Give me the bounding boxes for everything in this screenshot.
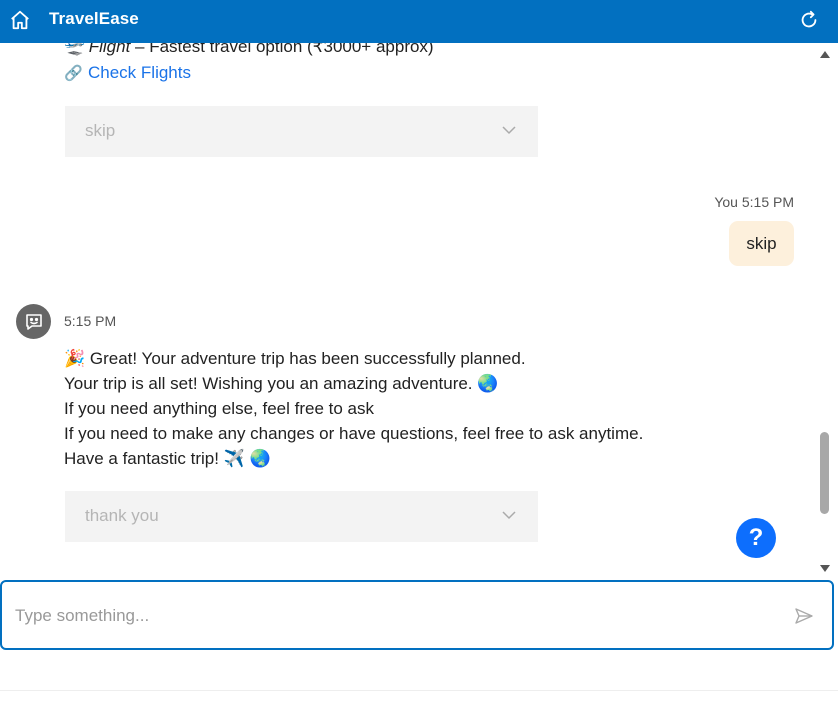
bot-message: 🎉 Great! Your adventure trip has been su… [64, 346, 643, 471]
bot-message-line: Have a fantastic trip! ✈️ 🌏 [64, 449, 271, 468]
bot-message-line: If you need anything else, feel free to … [64, 399, 374, 418]
user-message-bubble: skip [729, 221, 794, 266]
chat-scrollbar[interactable] [818, 43, 832, 577]
check-flights-link[interactable]: Check Flights [88, 63, 191, 82]
scroll-thumb[interactable] [820, 432, 829, 514]
refresh-icon[interactable] [798, 9, 820, 31]
flight-link-line: 🔗 Check Flights [64, 63, 191, 83]
bot-avatar [16, 304, 51, 339]
home-icon[interactable] [9, 9, 31, 31]
reply-select-skip[interactable]: skip [65, 106, 538, 157]
flight-description: – Fastest travel option (₹3000+ approx) [130, 43, 434, 56]
message-input[interactable] [15, 602, 755, 630]
chat-area: 🛫 Flight – Fastest travel option (₹3000+… [0, 43, 818, 577]
bot-message-line: If you need to make any changes or have … [64, 424, 644, 443]
select-value: skip [85, 121, 116, 140]
select-value: thank you [85, 506, 159, 525]
help-button[interactable]: ? [736, 518, 776, 558]
chevron-down-icon [502, 126, 516, 135]
message-composer [0, 580, 834, 650]
app-header: TravelEase [0, 0, 838, 43]
bot-message-time: 5:15 PM [64, 313, 117, 329]
bot-message-line: Your trip is all set! Wishing you an ama… [64, 374, 499, 393]
send-icon[interactable] [794, 606, 814, 626]
chatbot-icon [25, 313, 42, 330]
chevron-down-icon [502, 511, 516, 520]
airplane-departure-icon: 🛫 [64, 43, 86, 56]
flight-option-line: 🛫 Flight – Fastest travel option (₹3000+… [64, 43, 434, 57]
flight-mode-label: Flight [88, 43, 131, 56]
bot-message-line: 🎉 Great! Your adventure trip has been su… [64, 349, 526, 368]
reply-select-thank-you[interactable]: thank you [65, 491, 538, 542]
scroll-down-arrow-icon[interactable] [820, 565, 830, 572]
app-title: TravelEase [49, 9, 139, 28]
scroll-up-arrow-icon[interactable] [820, 51, 830, 58]
footer-divider [0, 690, 838, 691]
link-icon: 🔗 [64, 65, 83, 82]
user-message-meta: You 5:15 PM [714, 194, 794, 210]
